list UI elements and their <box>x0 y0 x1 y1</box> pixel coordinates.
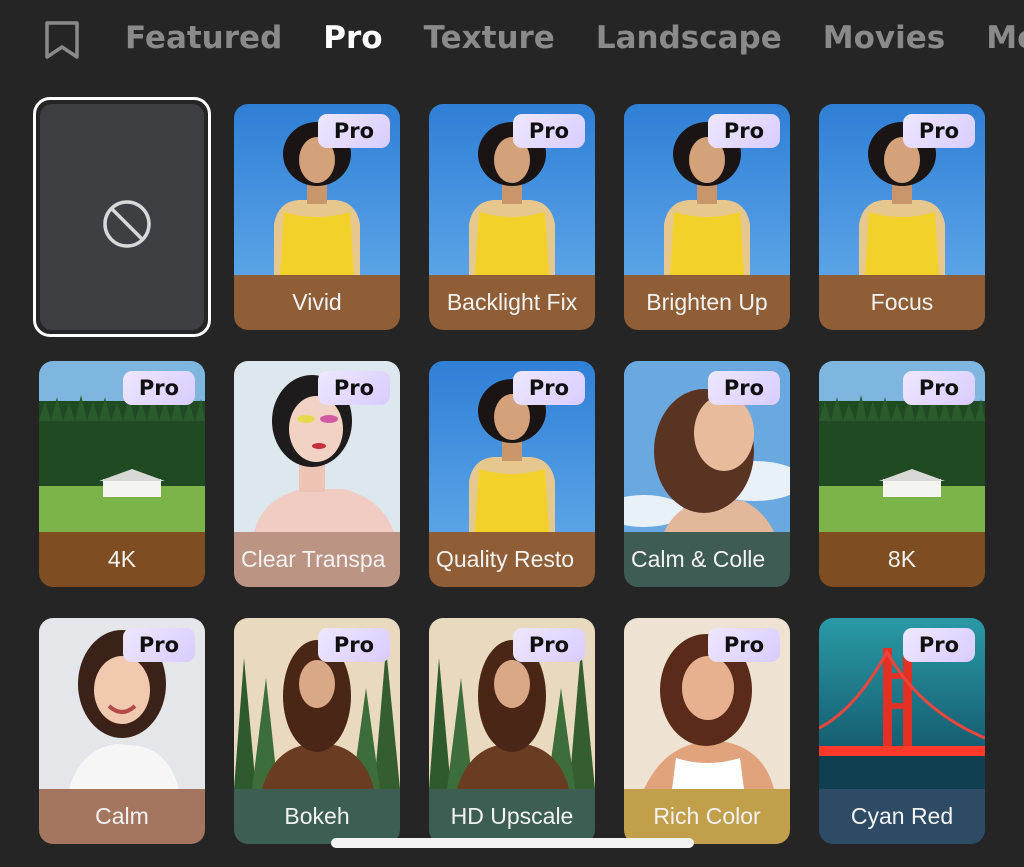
no-filter-tile <box>40 104 204 330</box>
filter-card[interactable]: Pro HD Upscale <box>429 618 595 844</box>
filter-card[interactable]: Pro Brighten Up <box>624 104 790 330</box>
filter-card[interactable]: Pro Backlight Fix <box>429 104 595 330</box>
pro-badge: Pro <box>903 114 975 148</box>
pro-badge: Pro <box>513 114 585 148</box>
pro-badge: Pro <box>318 371 390 405</box>
tab-texture[interactable]: Texture <box>424 16 555 60</box>
filter-label: 4K <box>39 532 205 587</box>
filter-label: Calm <box>39 789 205 844</box>
category-tab-bar: Featured Pro Texture Landscape Movies Mo… <box>0 0 1024 78</box>
pro-badge: Pro <box>903 628 975 662</box>
bookmark-icon[interactable] <box>44 20 80 60</box>
filter-card[interactable]: Pro Calm <box>39 618 205 844</box>
no-filter-option[interactable] <box>33 97 211 337</box>
filter-card[interactable]: Pro 4K <box>39 361 205 587</box>
tab-pro[interactable]: Pro <box>323 16 382 60</box>
filter-card[interactable]: Pro Clear Transpa <box>234 361 400 587</box>
tab-movies[interactable]: Movies <box>823 16 945 60</box>
filter-card[interactable]: Pro Bokeh <box>234 618 400 844</box>
filter-label: Bokeh <box>234 789 400 844</box>
pro-badge: Pro <box>318 628 390 662</box>
filter-label: Backlight Fix <box>429 275 595 330</box>
filter-card[interactable]: Pro Vivid <box>234 104 400 330</box>
filter-card[interactable]: Pro Quality Resto <box>429 361 595 587</box>
tab-landscape[interactable]: Landscape <box>596 16 782 60</box>
prohibit-icon <box>103 200 151 248</box>
filter-label: 8K <box>819 532 985 587</box>
filter-label: Clear Transpa <box>234 532 400 587</box>
tab-mono[interactable]: Mono <box>986 16 1024 60</box>
pro-badge: Pro <box>708 628 780 662</box>
pro-badge: Pro <box>123 371 195 405</box>
filter-card[interactable]: Pro Cyan Red <box>819 618 985 844</box>
pro-badge: Pro <box>903 371 975 405</box>
filter-card[interactable]: Pro Focus <box>819 104 985 330</box>
filter-label: Brighten Up <box>624 275 790 330</box>
tabs: Featured Pro Texture Landscape Movies Mo… <box>125 16 1024 60</box>
pro-badge: Pro <box>708 371 780 405</box>
pro-badge: Pro <box>123 628 195 662</box>
filter-label: HD Upscale <box>429 789 595 844</box>
pro-badge: Pro <box>318 114 390 148</box>
filter-label: Rich Color <box>624 789 790 844</box>
filter-card[interactable]: Pro Rich Color <box>624 618 790 844</box>
filter-label: Quality Resto <box>429 532 595 587</box>
filter-label: Focus <box>819 275 985 330</box>
filter-card[interactable]: Pro Calm & Colle <box>624 361 790 587</box>
tab-featured[interactable]: Featured <box>125 16 282 60</box>
filter-label: Calm & Colle <box>624 532 790 587</box>
filter-label: Cyan Red <box>819 789 985 844</box>
pro-badge: Pro <box>708 114 780 148</box>
filter-card[interactable]: Pro 8K <box>819 361 985 587</box>
pro-badge: Pro <box>513 628 585 662</box>
filter-label: Vivid <box>234 275 400 330</box>
pro-badge: Pro <box>513 371 585 405</box>
home-indicator <box>331 838 694 848</box>
